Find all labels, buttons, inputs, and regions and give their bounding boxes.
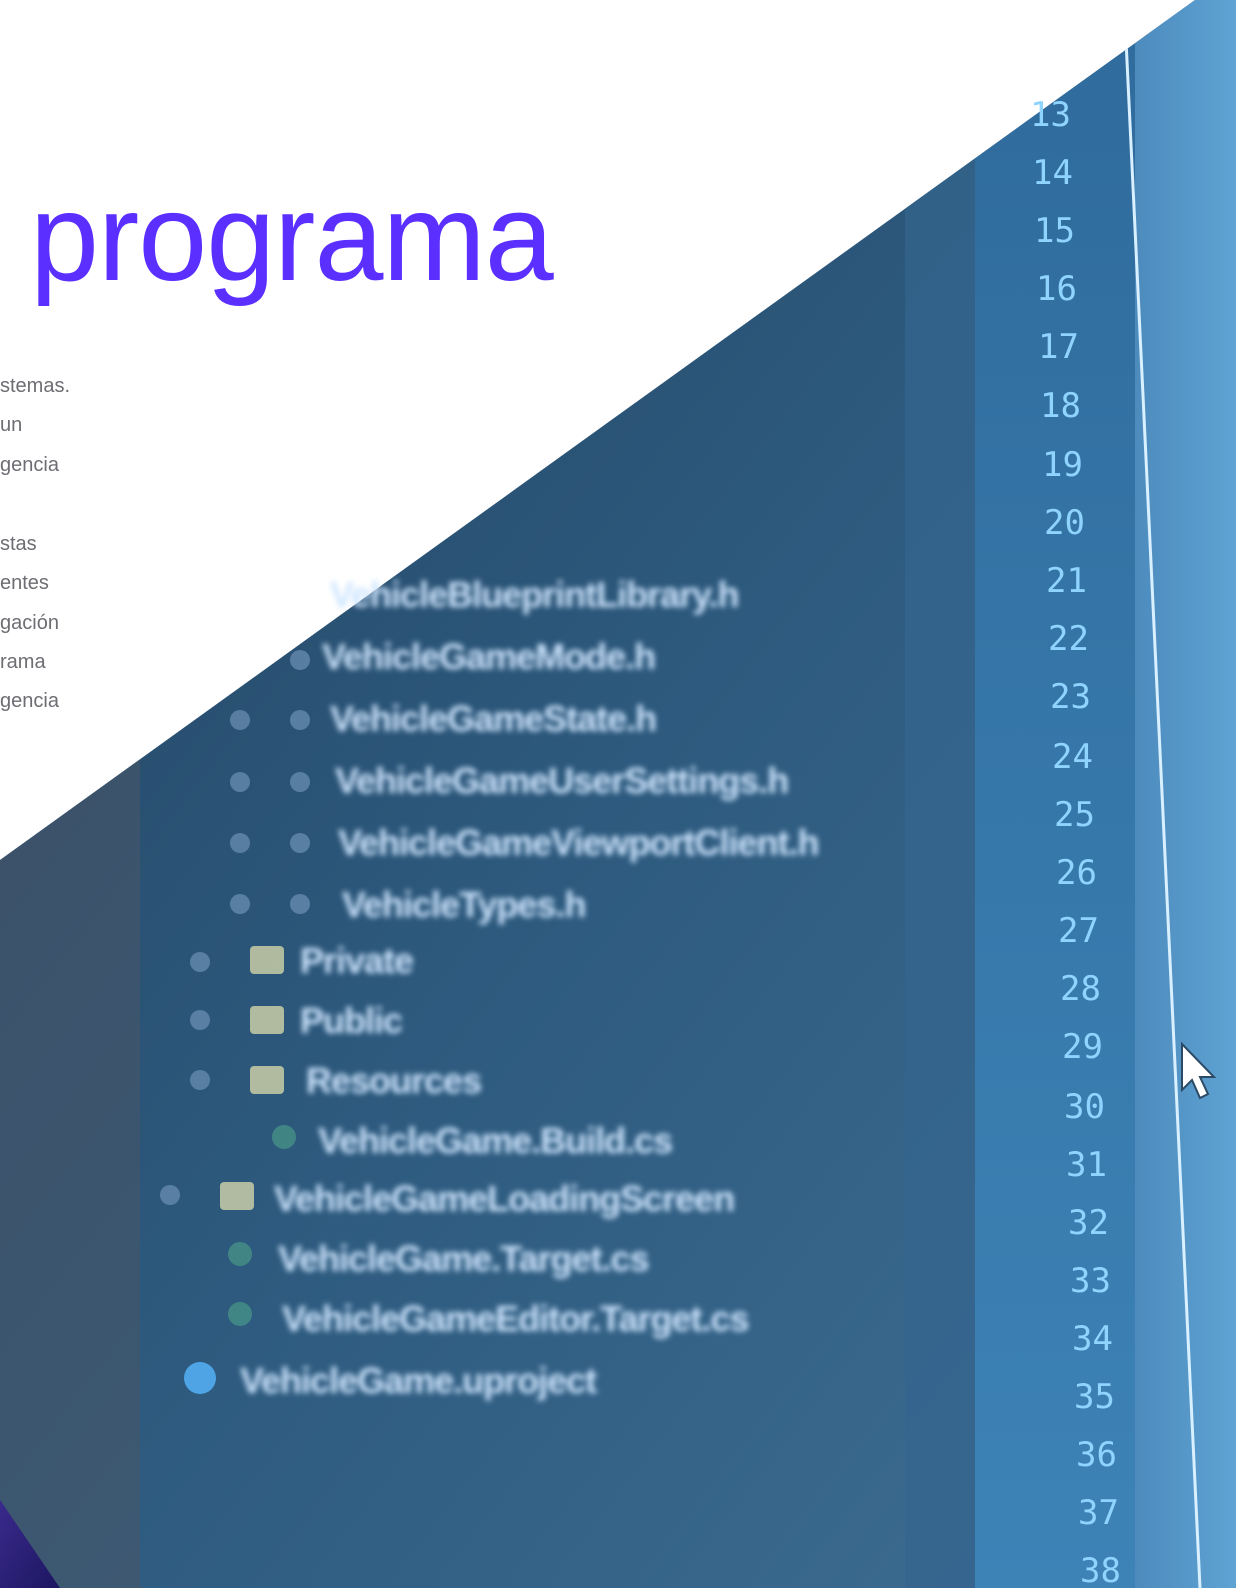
line-number: 14 <box>1032 153 1073 193</box>
line-number: 38 <box>1080 1551 1121 1591</box>
line-number: 33 <box>1070 1261 1111 1301</box>
line-number: 34 <box>1072 1319 1113 1359</box>
line-number: 15 <box>1034 211 1075 251</box>
line-number: 20 <box>1044 503 1085 543</box>
line-number: 18 <box>1040 386 1081 426</box>
line-number: 35 <box>1074 1377 1115 1417</box>
line-number: 32 <box>1068 1203 1109 1243</box>
line-number: 28 <box>1060 969 1101 1009</box>
line-number: 17 <box>1038 327 1079 367</box>
line-number: 22 <box>1048 619 1089 659</box>
line-number: 30 <box>1064 1087 1105 1127</box>
line-number: 25 <box>1054 795 1095 835</box>
mouse-pointer-icon <box>1181 1042 1217 1100</box>
line-number: 23 <box>1050 677 1091 717</box>
line-number: 21 <box>1046 561 1087 601</box>
line-number: 19 <box>1042 445 1083 485</box>
line-number: 31 <box>1066 1145 1107 1185</box>
line-number: 26 <box>1056 853 1097 893</box>
line-number: 29 <box>1062 1027 1103 1067</box>
page-title: l programa <box>0 169 554 307</box>
line-number: 13 <box>1030 95 1071 135</box>
line-number: 27 <box>1058 911 1099 951</box>
line-number: 24 <box>1052 737 1093 777</box>
line-number: 16 <box>1036 269 1077 309</box>
line-number: 36 <box>1076 1435 1117 1475</box>
line-number: 37 <box>1078 1493 1119 1533</box>
